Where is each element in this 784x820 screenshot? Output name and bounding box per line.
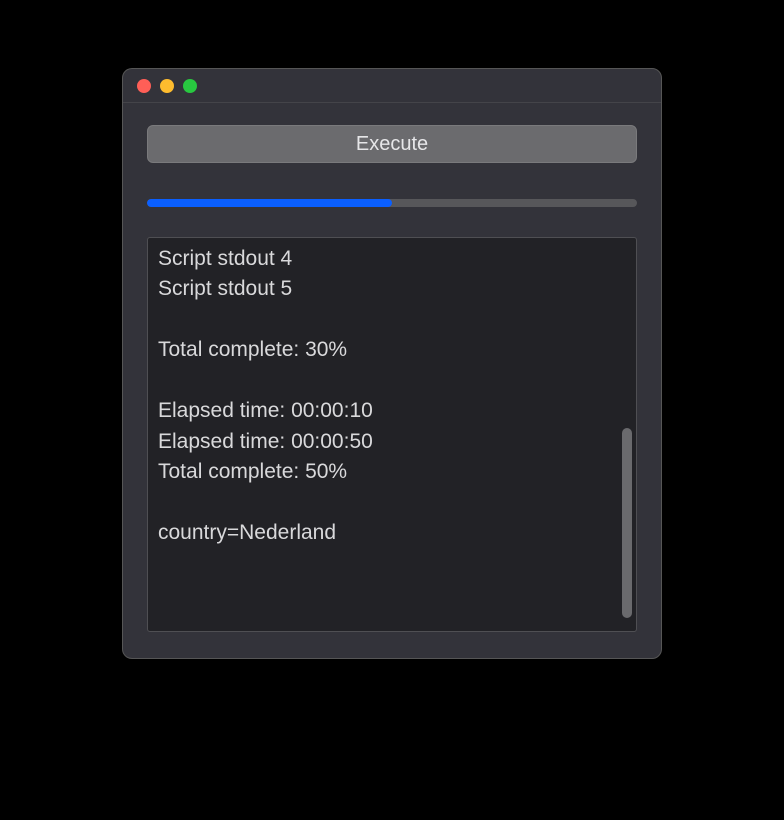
output-text: Script stdout 4 Script stdout 5 Total co…: [158, 247, 373, 544]
titlebar: [123, 69, 661, 103]
scrollbar-thumb[interactable]: [622, 428, 632, 618]
app-window: Execute Script stdout 4 Script stdout 5 …: [122, 68, 662, 659]
progress-fill: [147, 199, 392, 207]
maximize-icon[interactable]: [183, 79, 197, 93]
output-textarea[interactable]: Script stdout 4 Script stdout 5 Total co…: [147, 237, 637, 632]
close-icon[interactable]: [137, 79, 151, 93]
execute-button[interactable]: Execute: [147, 125, 637, 163]
minimize-icon[interactable]: [160, 79, 174, 93]
progress-bar: [147, 199, 637, 207]
window-content: Execute Script stdout 4 Script stdout 5 …: [123, 103, 661, 658]
